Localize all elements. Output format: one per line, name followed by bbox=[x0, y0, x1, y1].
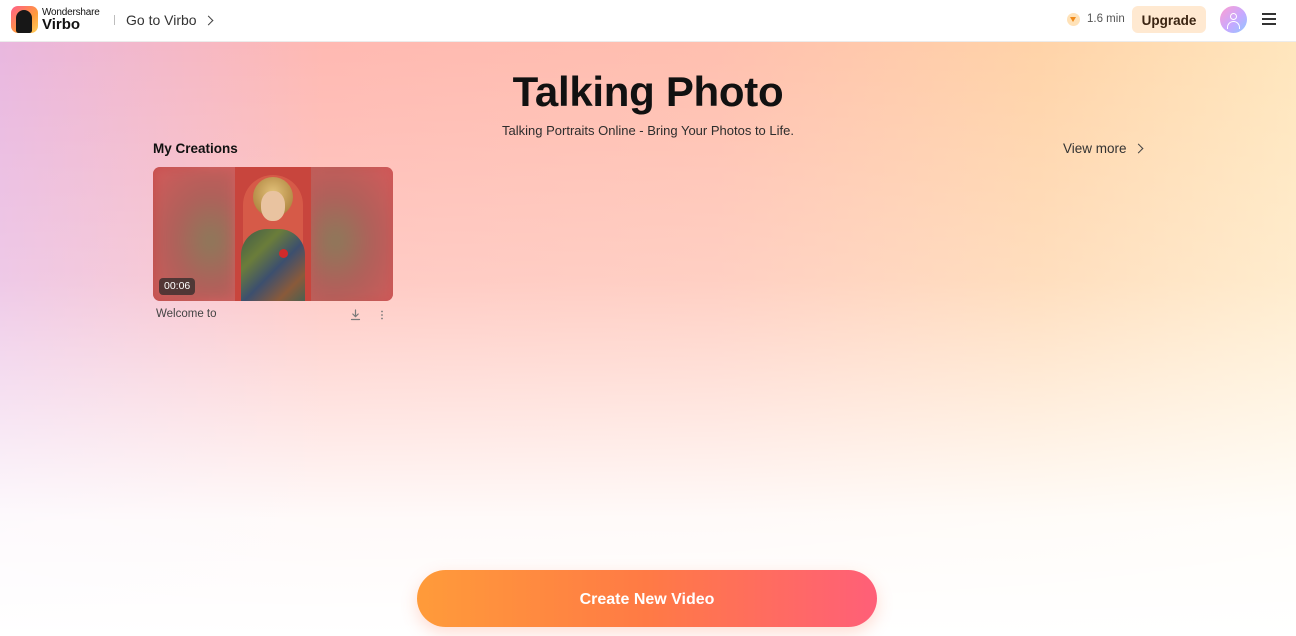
duration-badge: 00:06 bbox=[159, 278, 196, 295]
go-to-virbo-label: Go to Virbo bbox=[126, 12, 197, 28]
header-divider bbox=[114, 15, 115, 25]
go-to-virbo-link[interactable]: Go to Virbo bbox=[126, 12, 214, 28]
user-avatar-icon[interactable] bbox=[1220, 6, 1247, 33]
chevron-right-icon bbox=[203, 15, 214, 25]
upgrade-button[interactable]: Upgrade bbox=[1132, 6, 1206, 33]
top-bar: Wondershare Virbo Go to Virbo 1.6 min Up… bbox=[0, 0, 1296, 42]
view-more-link[interactable]: View more bbox=[1063, 141, 1143, 156]
creation-title: Welcome to bbox=[156, 308, 217, 320]
credit-icon bbox=[1067, 13, 1080, 26]
thumbnail-blur-right bbox=[311, 167, 393, 301]
brand-name[interactable]: Virbo bbox=[42, 17, 80, 33]
portrait-image bbox=[235, 167, 311, 301]
credits-remaining: 1.6 min bbox=[1087, 13, 1125, 25]
virbo-logo-icon[interactable] bbox=[11, 6, 38, 33]
page-title: Talking Photo bbox=[512, 68, 784, 115]
hamburger-menu-icon[interactable] bbox=[1262, 12, 1278, 26]
page-subtitle: Talking Portraits Online - Bring Your Ph… bbox=[502, 123, 794, 138]
create-new-video-button[interactable]: Create New Video bbox=[417, 570, 877, 627]
chevron-right-icon bbox=[1133, 143, 1143, 154]
more-vertical-icon[interactable] bbox=[378, 309, 386, 321]
my-creations-heading: My Creations bbox=[153, 141, 238, 156]
view-more-label: View more bbox=[1063, 141, 1127, 156]
download-icon[interactable] bbox=[350, 309, 361, 321]
